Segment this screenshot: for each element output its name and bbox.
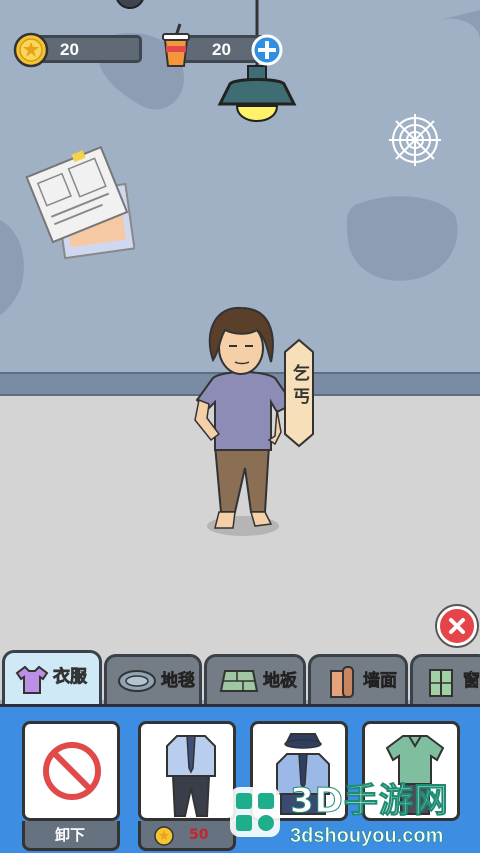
name-tag-text: 乞丐 (289, 364, 309, 410)
wall-stain (346, 196, 458, 281)
tab-floor[interactable]: 地板 (204, 654, 306, 704)
drink-count: 20 (212, 40, 231, 59)
watermark-logo-icon (230, 787, 280, 837)
beggar-character[interactable] (185, 300, 295, 545)
category-tabs: 衣服 地毯 地板 墙面 窗 (0, 650, 480, 704)
tab-rug[interactable]: 地毯 (104, 654, 202, 704)
site-watermark: 3D手游网 3dshouyou.com (224, 775, 480, 853)
cobweb-icon (389, 114, 441, 166)
close-icon (449, 618, 465, 634)
floor-icon (219, 670, 259, 692)
wallpaper-icon (330, 666, 354, 698)
item-suit-card[interactable] (138, 721, 236, 821)
shirt-icon (15, 665, 49, 694)
tab-wallpaper-label: 墙面 (363, 671, 398, 692)
room-scene: 乞丐 (0, 0, 480, 700)
tab-clothes[interactable]: 衣服 (2, 650, 102, 704)
item-remove-card[interactable] (22, 721, 120, 821)
coin-count: 20 (60, 40, 79, 59)
no-sign-icon (43, 742, 101, 800)
tab-window-label: 窗 (463, 671, 480, 692)
tab-rug-label: 地毯 (161, 671, 196, 692)
business-suit-icon (166, 735, 216, 817)
coin-icon (154, 826, 174, 846)
drink-cup-icon (162, 23, 190, 67)
wall-stain (0, 220, 24, 315)
item-suit-footer[interactable]: 50 (138, 821, 236, 851)
window-icon (429, 669, 453, 697)
settings-icon[interactable] (112, 0, 148, 12)
character-name-tag: 乞丐 (283, 338, 315, 448)
plus-icon[interactable] (250, 33, 284, 67)
tab-window[interactable]: 窗 (410, 654, 480, 704)
watermark-brand: 3D手游网 (290, 781, 449, 822)
watermark-url: 3dshouyou.com (290, 825, 444, 848)
tab-floor-label: 地板 (263, 671, 298, 692)
item-remove-footer[interactable]: 卸下 (22, 821, 120, 851)
tab-clothes-label: 衣服 (53, 667, 88, 688)
rug-icon (118, 670, 156, 692)
tab-wallpaper[interactable]: 墙面 (308, 654, 408, 704)
wall-stain (440, 10, 480, 40)
coin-icon (13, 32, 49, 68)
wall-posters (25, 145, 135, 260)
remove-label: 卸下 (55, 826, 86, 844)
close-button[interactable] (437, 606, 477, 646)
suit-price: 50 (189, 827, 209, 843)
